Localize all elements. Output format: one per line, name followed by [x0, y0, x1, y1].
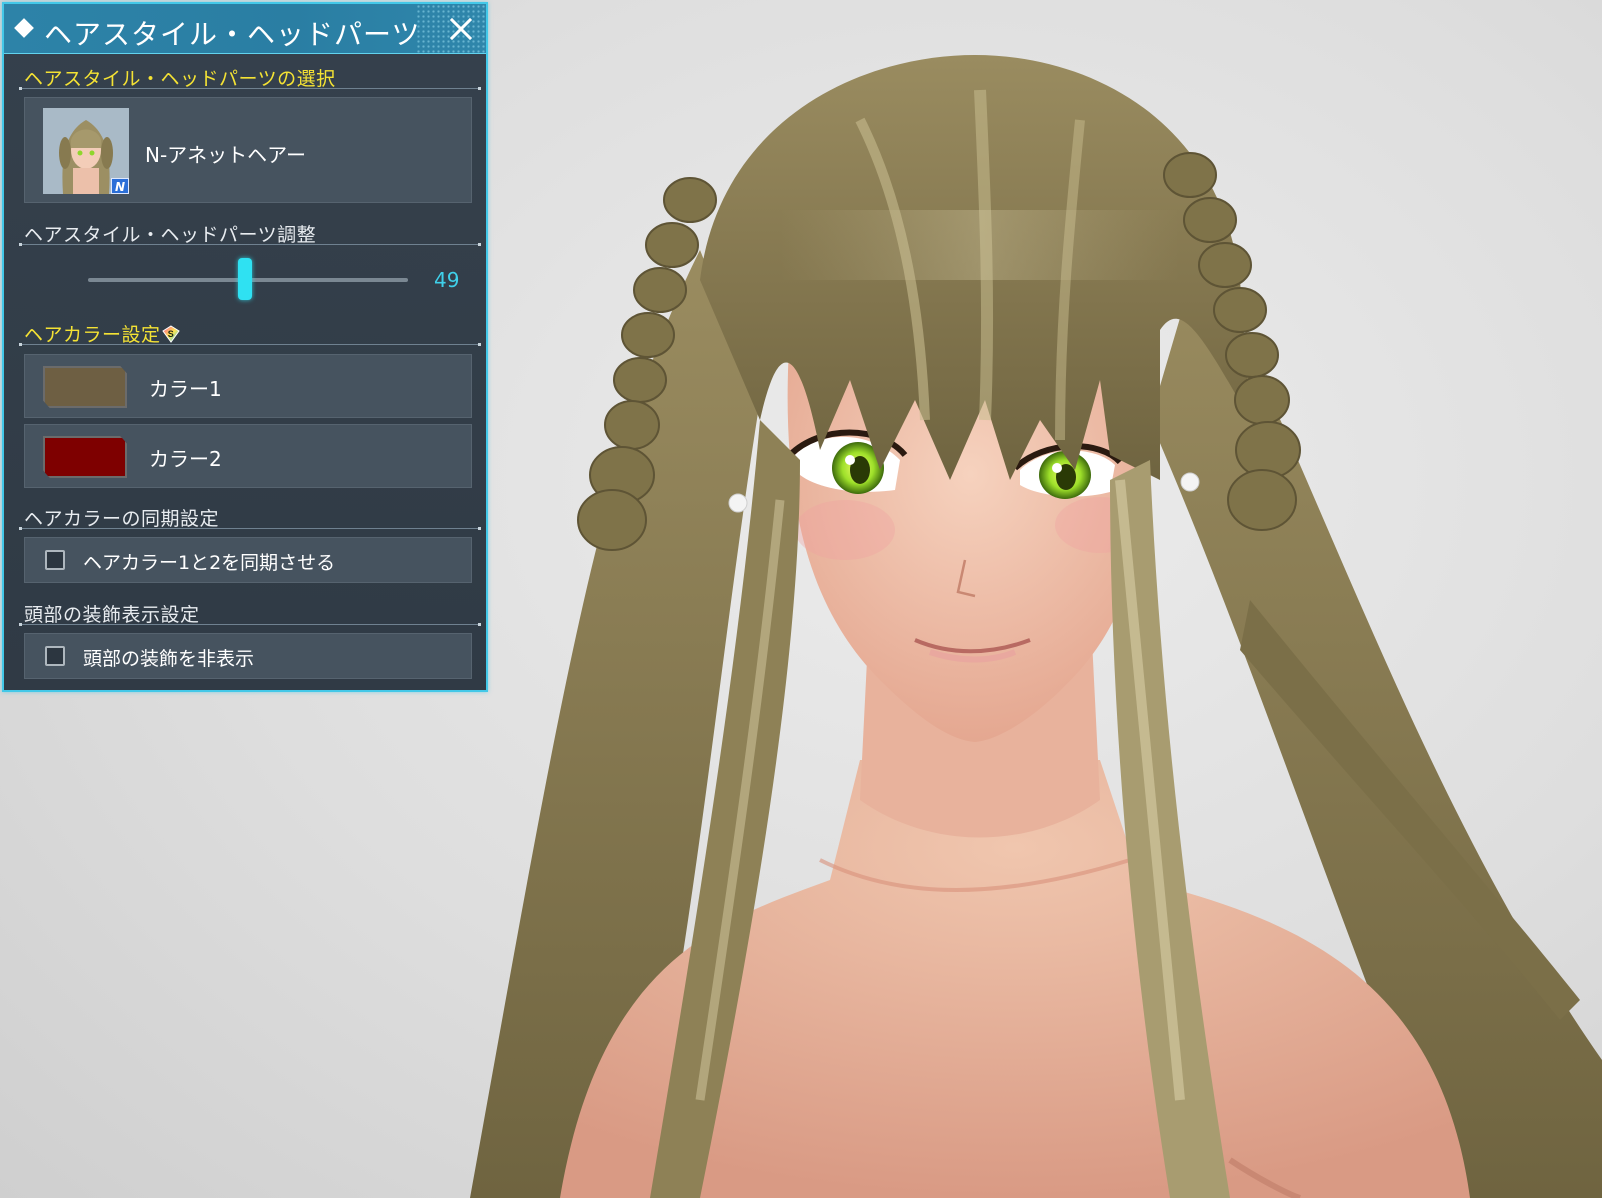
hair-select-section-title: ヘアスタイル・ヘッドパーツの選択 — [24, 68, 336, 90]
hair-name-label: N-アネットヘアー — [145, 143, 306, 167]
adjust-slider-handle[interactable] — [237, 258, 252, 300]
new-badge-icon: N — [111, 178, 129, 194]
sg-gem-icon: S — [161, 325, 180, 343]
head-deco-section-title: 頭部の装飾表示設定 — [24, 604, 200, 626]
adjust-slider[interactable] — [88, 258, 408, 300]
swatch-border — [43, 436, 127, 478]
head-deco-option-row[interactable]: 頭部の装飾を非表示 — [24, 633, 472, 679]
color-2-label: カラー2 — [149, 447, 222, 471]
close-button[interactable] — [446, 14, 476, 44]
color-1-row[interactable]: カラー1 — [24, 354, 472, 418]
sync-section-title: ヘアカラーの同期設定 — [24, 508, 220, 530]
hair-color-section-title: ヘアカラー設定 S — [24, 320, 180, 347]
color-1-label: カラー1 — [149, 377, 222, 401]
svg-text:S: S — [167, 329, 174, 339]
section-divider — [19, 623, 481, 626]
section-divider — [19, 527, 481, 530]
sync-option-row[interactable]: ヘアカラー1と2を同期させる — [24, 537, 472, 583]
section-divider — [19, 343, 481, 346]
swatch-border — [43, 366, 127, 408]
panel-title: ヘアスタイル・ヘッドパーツ — [44, 18, 421, 51]
panel-title-bar: ヘアスタイル・ヘッドパーツ — [4, 4, 486, 54]
sync-checkbox-label: ヘアカラー1と2を同期させる — [83, 552, 336, 574]
adjust-slider-value: 49 — [434, 268, 460, 292]
diamond-icon — [14, 18, 34, 38]
hair-select-button[interactable]: N N-アネットヘアー — [24, 97, 472, 203]
hair-color-section-label: ヘアカラー設定 — [24, 324, 161, 346]
color-1-swatch[interactable] — [43, 366, 127, 408]
close-icon — [449, 17, 473, 41]
section-divider — [19, 243, 481, 246]
head-deco-checkbox-label: 頭部の装飾を非表示 — [83, 648, 255, 670]
adjust-section-title: ヘアスタイル・ヘッドパーツ調整 — [24, 224, 317, 246]
color-2-row[interactable]: カラー2 — [24, 424, 472, 488]
hair-thumbnail: N — [43, 108, 129, 194]
hairstyle-panel: ヘアスタイル・ヘッドパーツ ヘアスタイル・ヘッドパーツの選択 N N-アネットヘ… — [2, 2, 488, 692]
section-divider — [19, 87, 481, 90]
head-deco-checkbox[interactable] — [45, 646, 65, 666]
sync-checkbox[interactable] — [45, 550, 65, 570]
color-2-swatch[interactable] — [43, 436, 127, 478]
